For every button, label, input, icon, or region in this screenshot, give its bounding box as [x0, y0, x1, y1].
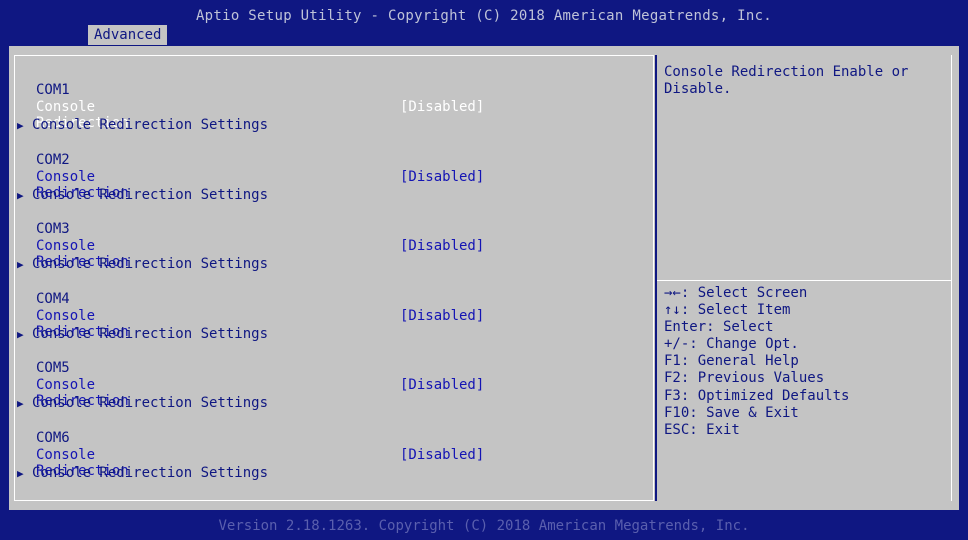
tab-advanced[interactable]: Advanced [88, 25, 168, 45]
key-help-line: +/-: Change Opt. [664, 336, 799, 353]
settings-label: Console Redirection Settings [32, 186, 269, 203]
console-redirection-value[interactable]: [Disabled] [400, 377, 484, 393]
com-port-heading: COM1 [36, 82, 70, 98]
key-help-line: →←: Select Screen [664, 285, 808, 301]
version-text: Version 2.18.1263. Copyright (C) 2018 Am… [218, 518, 750, 534]
key-help-box: →←: Select Screen ↑↓: Select Item Enter:… [664, 276, 952, 492]
key-help-line: F10: Save & Exit [664, 404, 799, 421]
help-description-box: Console Redirection Enable or Disable. [664, 55, 952, 283]
com-port-heading: COM3 [36, 221, 70, 238]
key-help-line: Enter: Select [664, 319, 774, 336]
console-redirection-settings-link[interactable]: ▶ Console Redirection Settings [17, 465, 268, 481]
console-redirection-value[interactable]: [Disabled] [400, 447, 484, 463]
console-redirection-settings-link[interactable]: ▶ Console Redirection Settings [17, 187, 268, 203]
key-help-line: F3: Optimized Defaults [664, 387, 850, 404]
submenu-arrow-icon: ▶ [17, 397, 24, 411]
console-redirection-settings-link[interactable]: ▶ Console Redirection Settings [17, 117, 268, 133]
console-redirection-value[interactable]: [Disabled] [400, 308, 484, 324]
console-redirection-settings-link[interactable]: ▶ Console Redirection Settings [17, 256, 268, 272]
console-redirection-settings-link[interactable]: ▶ Console Redirection Settings [17, 326, 268, 342]
header-bar: Aptio Setup Utility - Copyright (C) 2018… [0, 0, 968, 46]
settings-label: Console Redirection Settings [32, 395, 269, 412]
footer-bar: Version 2.18.1263. Copyright (C) 2018 Am… [0, 510, 968, 540]
key-help-list: →←: Select Screen ↑↓: Select Item Enter:… [664, 285, 952, 439]
console-redirection-value[interactable]: [Disabled] [400, 238, 484, 254]
settings-label: Console Redirection Settings [32, 325, 269, 342]
com-port-heading: COM6 [36, 430, 70, 446]
key-help-line: F2: Previous Values [664, 370, 825, 387]
key-help-line: F1: General Help [664, 353, 799, 370]
submenu-arrow-icon: ▶ [17, 258, 24, 272]
submenu-arrow-icon: ▶ [17, 188, 24, 202]
settings-label: Console Redirection Settings [32, 256, 269, 273]
submenu-arrow-icon: ▶ [17, 327, 24, 341]
settings-list: COM1 Console Redirection [Disabled] ▶ Consol… [14, 55, 654, 501]
com-port-heading: COM2 [36, 151, 70, 168]
console-redirection-value[interactable]: [Disabled] [400, 169, 484, 185]
key-help-line: ESC: Exit [664, 421, 740, 438]
com-port-heading: COM5 [36, 360, 70, 377]
help-description: Console Redirection Enable or Disable. [664, 64, 917, 97]
submenu-arrow-icon: ▶ [17, 467, 24, 480]
com-port-heading: COM4 [36, 290, 70, 307]
key-help-line: ↑↓: Select Item [664, 302, 791, 319]
settings-label: Console Redirection Settings [32, 465, 269, 481]
setup-panel: COM1 Console Redirection [Disabled] ▶ Consol… [9, 46, 959, 510]
submenu-arrow-icon: ▶ [17, 119, 24, 132]
page-title: Aptio Setup Utility - Copyright (C) 2018… [195, 8, 773, 24]
console-redirection-value[interactable]: [Disabled] [400, 99, 484, 115]
console-redirection-settings-link[interactable]: ▶ Console Redirection Settings [17, 395, 268, 411]
bios-screen: Aptio Setup Utility - Copyright (C) 2018… [0, 0, 968, 540]
settings-label: Console Redirection Settings [32, 117, 269, 133]
panel-divider [655, 55, 657, 501]
